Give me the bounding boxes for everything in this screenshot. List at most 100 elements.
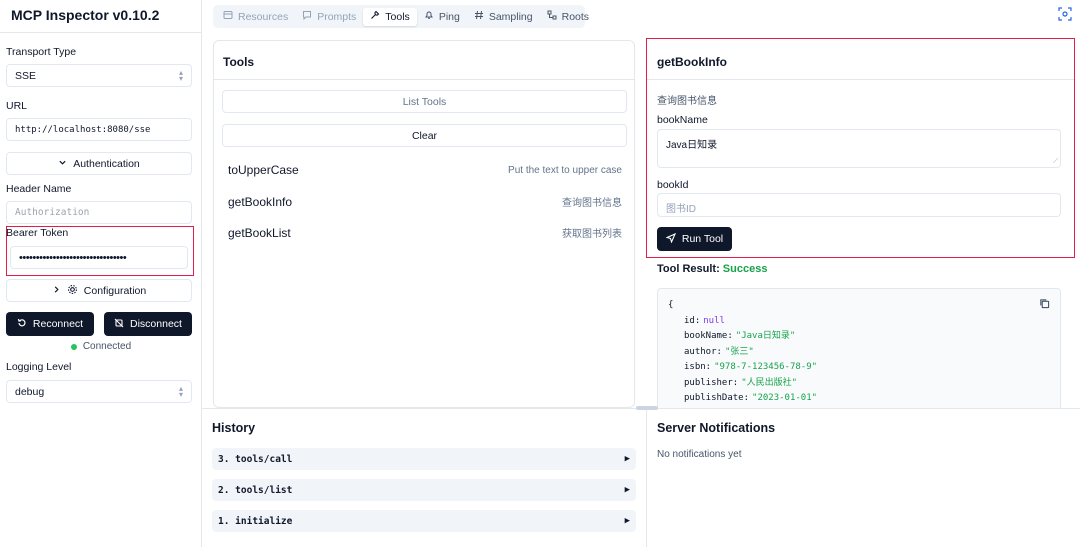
resize-handle-icon[interactable] bbox=[636, 406, 658, 410]
tab-tools[interactable]: Tools bbox=[363, 7, 417, 26]
copy-icon[interactable] bbox=[1039, 298, 1050, 316]
server-notifications-title: Server Notifications bbox=[657, 421, 776, 435]
triangle-right-icon: ▶ bbox=[624, 454, 630, 464]
list-tools-label: List Tools bbox=[402, 95, 447, 108]
history-item[interactable]: 2. tools/list ▶ bbox=[212, 479, 636, 501]
tool-item-getBookInfo[interactable]: getBookInfo 查询图书信息 bbox=[228, 194, 622, 210]
json-value: "978-7-123456-78-9" bbox=[714, 362, 818, 372]
tool-description: 获取图书列表 bbox=[562, 229, 622, 240]
tool-detail-title: getBookInfo bbox=[657, 55, 727, 69]
bookname-textarea[interactable]: Java日知录 ⟋ bbox=[657, 129, 1061, 168]
bell-icon bbox=[424, 10, 434, 23]
bookid-label: bookId bbox=[657, 179, 689, 191]
select-chevrons-icon: ▴ ▾ bbox=[178, 67, 183, 83]
logging-level-select[interactable]: debug ▴ ▾ bbox=[6, 380, 192, 403]
clear-button[interactable]: Clear bbox=[222, 124, 627, 147]
history-item-label: 3. tools/call bbox=[218, 453, 293, 465]
disconnect-button[interactable]: Disconnect bbox=[104, 312, 192, 336]
tool-name: getBookList bbox=[228, 225, 291, 240]
history-item[interactable]: 3. tools/call ▶ bbox=[212, 448, 636, 470]
logging-level-label: Logging Level bbox=[6, 361, 72, 373]
resources-icon bbox=[223, 10, 233, 23]
reconnect-button[interactable]: Reconnect bbox=[6, 312, 94, 336]
json-value: null bbox=[703, 315, 725, 326]
notifications-empty-text: No notifications yet bbox=[657, 449, 742, 460]
triangle-right-icon: ▶ bbox=[624, 485, 630, 495]
screenshot-scan-icon[interactable] bbox=[1058, 7, 1072, 21]
authentication-toggle-button[interactable]: Authentication bbox=[6, 152, 192, 175]
json-key: publisher: bbox=[684, 377, 739, 388]
tab-prompts-label: Prompts bbox=[317, 10, 357, 23]
header-name-input[interactable]: Authorization bbox=[6, 201, 192, 224]
transport-type-value: SSE bbox=[15, 69, 37, 82]
url-label: URL bbox=[6, 100, 28, 112]
prompts-icon bbox=[302, 10, 312, 23]
bookname-value: Java日知录 bbox=[666, 140, 718, 151]
json-key: publishDate: bbox=[684, 393, 750, 403]
unplug-icon bbox=[114, 318, 124, 331]
run-tool-button[interactable]: Run Tool bbox=[657, 227, 732, 251]
send-icon bbox=[665, 232, 676, 246]
json-key: id: bbox=[684, 315, 701, 326]
json-value: "人民出版社" bbox=[741, 377, 798, 388]
header-name-placeholder: Authorization bbox=[15, 207, 90, 218]
status-dot-icon bbox=[70, 343, 77, 350]
select-chevrons-icon: ▴ ▾ bbox=[178, 383, 183, 399]
logging-level-value: debug bbox=[15, 385, 45, 398]
tab-roots-label: Roots bbox=[561, 10, 590, 23]
connection-status: Connected bbox=[0, 341, 202, 352]
json-value: "张三" bbox=[724, 346, 754, 357]
tools-title: Tools bbox=[223, 55, 255, 69]
transport-type-select[interactable]: SSE ▴ ▾ bbox=[6, 64, 192, 87]
configuration-toggle-button[interactable]: Configuration bbox=[6, 279, 192, 302]
json-key: author: bbox=[684, 346, 722, 357]
bookname-label: bookName bbox=[657, 114, 708, 126]
json-line: id: null bbox=[668, 314, 1050, 330]
triangle-right-icon: ▶ bbox=[624, 516, 630, 526]
tab-roots[interactable]: Roots bbox=[540, 8, 596, 26]
roots-tree-icon bbox=[547, 10, 557, 23]
tab-resources[interactable]: Resources bbox=[216, 8, 295, 26]
json-lines: id: null bookName: "Java日知录" author: "张三" isbn… bbox=[668, 314, 1050, 407]
divider bbox=[647, 79, 1074, 80]
tab-prompts[interactable]: Prompts bbox=[295, 8, 363, 26]
url-value: http://localhost:8080/sse bbox=[15, 124, 151, 135]
bookid-input[interactable]: 图书ID bbox=[657, 193, 1061, 217]
resize-handle-icon[interactable]: ⟋ bbox=[1053, 158, 1058, 166]
tool-item-toUpperCase[interactable]: toUpperCase Put the text to upper case bbox=[228, 163, 622, 177]
json-line: publisher: "人民出版社" bbox=[668, 376, 1050, 392]
tab-sampling[interactable]: Sampling bbox=[467, 8, 540, 26]
json-line: publishDate: "2023-01-01" bbox=[668, 391, 1050, 407]
tool-result-label: Tool Result: bbox=[657, 263, 720, 275]
bearer-token-input[interactable]: •••••••••••••••••••••••••••••••• bbox=[10, 246, 188, 269]
tab-sampling-label: Sampling bbox=[488, 10, 533, 23]
bearer-token-label: Bearer Token bbox=[6, 227, 69, 239]
url-input[interactable]: http://localhost:8080/sse bbox=[6, 118, 192, 141]
divider bbox=[646, 408, 647, 547]
rotate-icon bbox=[17, 318, 27, 331]
tool-name: getBookInfo bbox=[228, 194, 293, 209]
tool-item-getBookList[interactable]: getBookList 获取图书列表 bbox=[228, 225, 622, 241]
disconnect-label: Disconnect bbox=[130, 318, 182, 330]
run-tool-label: Run Tool bbox=[681, 233, 724, 245]
list-tools-button[interactable]: List Tools bbox=[222, 90, 627, 113]
tab-ping[interactable]: Ping bbox=[417, 8, 467, 26]
chevron-right-icon bbox=[52, 285, 61, 297]
bearer-token-value: •••••••••••••••••••••••••••••••• bbox=[19, 251, 127, 264]
history-title: History bbox=[212, 421, 256, 435]
history-item[interactable]: 1. initialize ▶ bbox=[212, 510, 636, 532]
history-item-label: 2. tools/list bbox=[218, 484, 293, 496]
configuration-label: Configuration bbox=[83, 284, 147, 297]
json-key: isbn: bbox=[684, 362, 712, 372]
tool-detail-description: 查询图书信息 bbox=[657, 96, 717, 107]
tab-tools-label: Tools bbox=[385, 10, 410, 23]
tab-resources-label: Resources bbox=[238, 10, 289, 23]
tool-result-heading: Tool Result: Success bbox=[657, 263, 767, 275]
tool-name: toUpperCase bbox=[228, 163, 299, 177]
json-value: "Java日知录" bbox=[735, 331, 796, 341]
tab-bar: Resources Prompts Tools Ping Sampling Ro… bbox=[213, 5, 589, 28]
clear-label: Clear bbox=[411, 129, 438, 142]
app-title: MCP Inspector v0.10.2 bbox=[11, 7, 160, 23]
tool-result-json: { id: null bookName: "Java日知录" author: "张三" is… bbox=[657, 288, 1061, 413]
tool-result-status: Success bbox=[722, 263, 768, 275]
